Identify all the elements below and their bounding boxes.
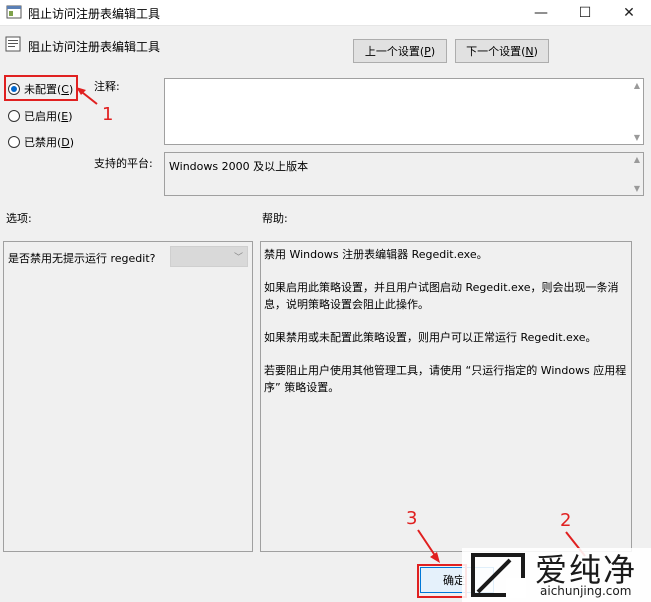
help-paragraph: 若要阻止用户使用其他管理工具，请使用 “只运行指定的 Windows 应用程序”… bbox=[264, 364, 627, 394]
window-title: 阻止访问注册表编辑工具 bbox=[28, 7, 161, 21]
platform-field: Windows 2000 及以上版本 ▲ ▼ bbox=[164, 152, 644, 196]
annotation-number-2: 2 bbox=[560, 510, 572, 531]
annotation-number-1: 1 bbox=[102, 104, 114, 125]
scroll-up-icon[interactable]: ▲ bbox=[634, 81, 640, 90]
platform-value: Windows 2000 及以上版本 bbox=[169, 160, 309, 173]
comment-textarea[interactable]: ▲ ▼ bbox=[164, 78, 644, 145]
close-button[interactable]: ✕ bbox=[607, 0, 651, 26]
radio-enabled[interactable]: 已启用(E) bbox=[8, 108, 73, 124]
options-label: 选项: bbox=[6, 212, 32, 225]
options-panel bbox=[3, 241, 253, 552]
radio-disabled-circle[interactable] bbox=[8, 136, 20, 148]
scroll-down-icon[interactable]: ▼ bbox=[634, 133, 640, 142]
help-paragraph: 如果启用此策略设置，并且用户试图启动 Regedit.exe，则会出现一条消息，… bbox=[264, 281, 619, 311]
chevron-down-icon[interactable]: ﹀ bbox=[234, 250, 243, 263]
policy-title: 阻止访问注册表编辑工具 bbox=[28, 40, 161, 54]
scroll-down-icon[interactable]: ▼ bbox=[634, 184, 640, 193]
options-row-label: 是否禁用无提示运行 regedit? bbox=[8, 252, 156, 265]
comment-label: 注释: bbox=[94, 80, 120, 93]
title-bar: 阻止访问注册表编辑工具 — ☐ ✕ bbox=[0, 0, 651, 26]
platform-scrollbar[interactable]: ▲ ▼ bbox=[628, 153, 643, 195]
next-setting-button[interactable]: 下一个设置(N) bbox=[455, 39, 549, 63]
platform-label: 支持的平台: bbox=[94, 157, 153, 170]
policy-setting-icon bbox=[5, 36, 21, 52]
highlight-box-ok bbox=[417, 564, 467, 598]
help-text: 禁用 Windows 注册表编辑器 Regedit.exe。 如果启用此策略设置… bbox=[264, 246, 630, 412]
help-paragraph: 禁用 Windows 注册表编辑器 Regedit.exe。 bbox=[264, 248, 488, 261]
help-paragraph: 如果禁用或未配置此策略设置，则用户可以正常运行 Regedit.exe。 bbox=[264, 331, 597, 344]
previous-setting-button[interactable]: 上一个设置(P) bbox=[353, 39, 447, 63]
scroll-up-icon[interactable]: ▲ bbox=[634, 155, 640, 164]
watermark-logo-icon bbox=[471, 553, 526, 598]
minimize-button[interactable]: — bbox=[519, 0, 563, 26]
comment-scrollbar[interactable]: ▲ ▼ bbox=[628, 79, 643, 144]
radio-enabled-circle[interactable] bbox=[8, 110, 20, 122]
radio-disabled[interactable]: 已禁用(D) bbox=[8, 134, 74, 150]
annotation-number-3: 3 bbox=[406, 508, 418, 529]
policy-editor-icon bbox=[6, 5, 22, 19]
help-label: 帮助: bbox=[262, 212, 288, 225]
watermark-url: aichunjing.com bbox=[540, 584, 632, 598]
maximize-button[interactable]: ☐ bbox=[563, 0, 607, 26]
highlight-box-not-configured bbox=[4, 75, 78, 101]
regedit-silent-combo[interactable]: ﹀ bbox=[170, 246, 248, 267]
